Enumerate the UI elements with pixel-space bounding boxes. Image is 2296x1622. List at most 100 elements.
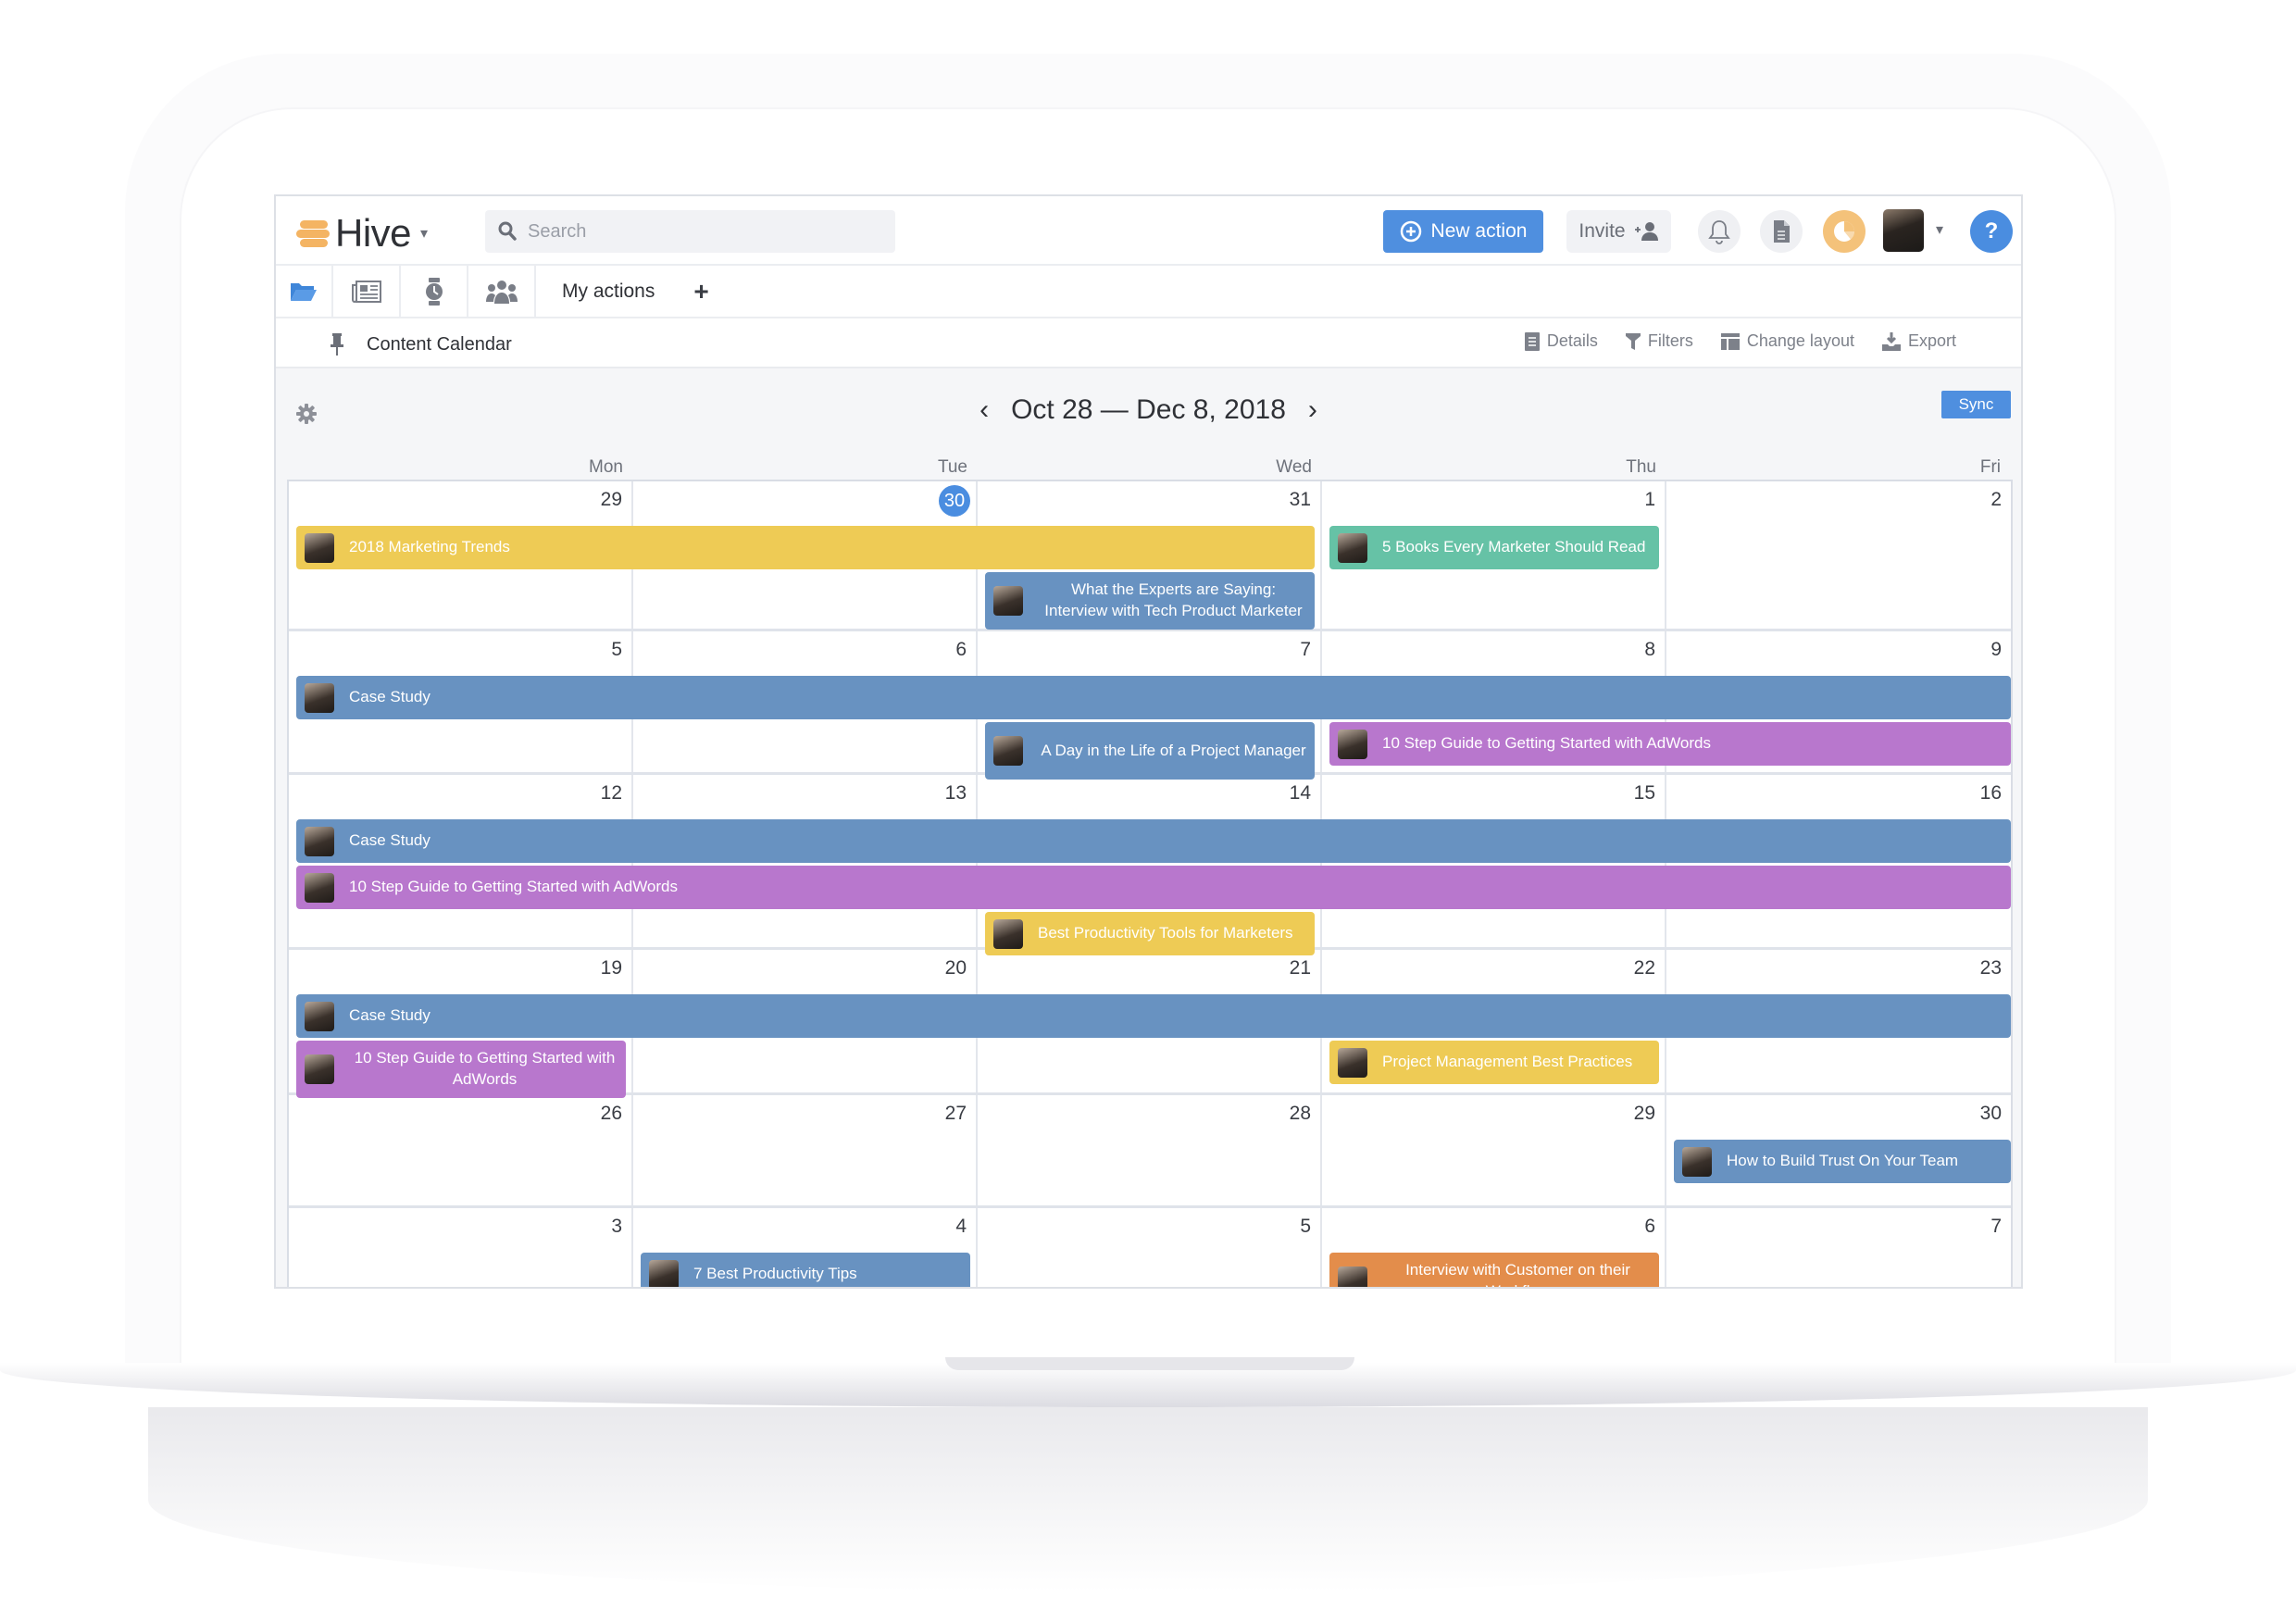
calendar-event[interactable]: What the Experts are Saying: Interview w…	[985, 572, 1315, 630]
day-number: 5	[611, 639, 622, 660]
project-actions: Details Filters Change layout Export	[1524, 331, 1956, 351]
laptop-shadow	[148, 1407, 2148, 1592]
calendar-day-cell[interactable]: 26	[289, 1095, 633, 1205]
day-number: 23	[1979, 957, 2002, 979]
notes-button[interactable]	[1760, 210, 1803, 253]
calendar-event[interactable]: Case Study	[296, 994, 2011, 1038]
search-box[interactable]	[485, 210, 895, 253]
calendar-event[interactable]: A Day in the Life of a Project Manager	[985, 722, 1315, 780]
app-name: Hive	[335, 211, 412, 255]
calendar-event[interactable]: 10 Step Guide to Getting Started with Ad…	[296, 1041, 626, 1098]
details-label: Details	[1546, 331, 1598, 350]
analytics-button[interactable]	[1823, 210, 1866, 253]
folder-icon	[291, 282, 317, 301]
calendar-event[interactable]: Project Management Best Practices	[1329, 1041, 1659, 1084]
tab-timesheets[interactable]	[401, 266, 468, 317]
weekday-label: Mon	[589, 457, 623, 477]
calendar-event[interactable]: 10 Step Guide to Getting Started with Ad…	[1329, 722, 2011, 766]
tab-news-feed[interactable]	[333, 266, 401, 317]
layout-icon	[1720, 332, 1740, 350]
date-range-label: Oct 28 — Dec 8, 2018	[1011, 394, 1286, 425]
calendar-event[interactable]: Case Study	[296, 819, 2011, 863]
calendar-event[interactable]: 5 Books Every Marketer Should Read	[1329, 526, 1659, 569]
event-title: 10 Step Guide to Getting Started with Ad…	[349, 878, 678, 896]
change-layout-label: Change layout	[1746, 331, 1854, 350]
calendar-day-cell[interactable]: 27	[633, 1095, 978, 1205]
day-number: 8	[1644, 639, 1655, 660]
change-layout-button[interactable]: Change layout	[1720, 331, 1854, 351]
assignee-avatar	[993, 918, 1023, 949]
help-button[interactable]: ?	[1970, 210, 2013, 253]
event-title: Project Management Best Practices	[1382, 1053, 1633, 1071]
calendar-day-cell[interactable]: 5	[978, 1208, 1322, 1287]
calendar-day-cell[interactable]: 2	[1666, 481, 2011, 629]
event-title: 5 Books Every Marketer Should Read	[1382, 538, 1646, 556]
day-number: 29	[1633, 1103, 1655, 1124]
invite-button[interactable]: Invite	[1566, 210, 1671, 253]
calendar-week-row: 26 27 28 29 30 How to Build Trust On Your Tea…	[289, 1095, 2011, 1208]
calendar-event[interactable]: Best Productivity Tools for Marketers	[985, 912, 1315, 955]
previous-range-button[interactable]: ‹	[974, 394, 994, 426]
project-toolbar: Content Calendar Details Filters Change …	[276, 318, 2021, 368]
calendar-event[interactable]: How to Build Trust On Your Team	[1674, 1140, 2011, 1183]
search-input[interactable]	[528, 220, 880, 243]
assignee-avatar	[305, 1001, 334, 1031]
notifications-button[interactable]	[1698, 210, 1741, 253]
calendar-event[interactable]: 10 Step Guide to Getting Started with Ad…	[296, 866, 2011, 909]
filters-button[interactable]: Filters	[1625, 331, 1693, 351]
details-button[interactable]: Details	[1524, 331, 1598, 351]
user-avatar[interactable]	[1883, 209, 1924, 252]
weekday-label: Tue	[937, 457, 967, 477]
event-title: How to Build Trust On Your Team	[1727, 1152, 1959, 1170]
assignee-avatar	[1338, 729, 1367, 759]
event-title: What the Experts are Saying: Interview w…	[1044, 580, 1303, 619]
export-icon	[1881, 331, 1901, 351]
export-button[interactable]: Export	[1881, 331, 1956, 351]
hive-logo-menu[interactable]: Hive ▾	[296, 211, 428, 256]
day-number: 7	[1300, 639, 1311, 660]
new-action-button[interactable]: New action	[1383, 210, 1543, 253]
day-number: 12	[600, 782, 622, 804]
add-user-icon	[1634, 222, 1658, 241]
filter-icon	[1625, 332, 1641, 350]
event-title: Best Productivity Tools for Marketers	[1038, 924, 1293, 942]
event-title: 10 Step Guide to Getting Started with Ad…	[1382, 734, 1711, 753]
invite-label: Invite	[1578, 220, 1626, 242]
calendar-event[interactable]: Interview with Customer on their Workflo…	[1329, 1253, 1659, 1287]
day-number: 22	[1633, 957, 1655, 979]
day-number: 19	[600, 957, 622, 979]
calendar-event[interactable]: 7 Best Productivity Tips	[641, 1253, 970, 1287]
tab-team[interactable]	[468, 266, 536, 317]
calendar-event[interactable]: 2018 Marketing Trends	[296, 526, 1315, 569]
weekday-label: Wed	[1276, 457, 1312, 477]
day-number: 29	[600, 489, 622, 510]
assignee-avatar	[1338, 1266, 1367, 1287]
tab-my-actions[interactable]: My actions	[536, 266, 680, 317]
day-number: 13	[944, 782, 967, 804]
calendar-event[interactable]: Case Study	[296, 676, 2011, 719]
sync-button[interactable]: Sync	[1941, 391, 2011, 418]
event-title: Case Study	[349, 1006, 430, 1025]
tab-projects[interactable]	[276, 266, 333, 317]
chevron-down-icon[interactable]: ▾	[1936, 220, 1943, 239]
weekday-label: Thu	[1626, 457, 1656, 477]
assignee-avatar	[1338, 532, 1367, 563]
calendar-week-row: 19 20 21 22 23 Case Study 10 Step Guide to Get…	[289, 950, 2011, 1098]
new-action-label: New action	[1430, 220, 1528, 242]
day-number: 21	[1289, 957, 1311, 979]
calendar-day-cell[interactable]: 29	[1322, 1095, 1666, 1205]
pin-icon[interactable]	[330, 332, 344, 356]
day-number: 2	[1990, 489, 2002, 510]
stopwatch-icon	[425, 277, 443, 306]
event-title: Case Study	[349, 688, 430, 706]
day-number: 26	[600, 1103, 622, 1124]
calendar-day-cell[interactable]: 28	[978, 1095, 1322, 1205]
calendar-day-cell[interactable]: 7	[1666, 1208, 2011, 1287]
assignee-avatar	[993, 586, 1023, 616]
calendar-day-cell[interactable]: 3	[289, 1208, 633, 1287]
next-range-button[interactable]: ›	[1303, 394, 1323, 426]
assignee-avatar	[305, 682, 334, 713]
add-view-button[interactable]: +	[680, 266, 721, 317]
project-title-group: Content Calendar	[330, 332, 512, 356]
laptop-notch	[945, 1357, 1354, 1370]
